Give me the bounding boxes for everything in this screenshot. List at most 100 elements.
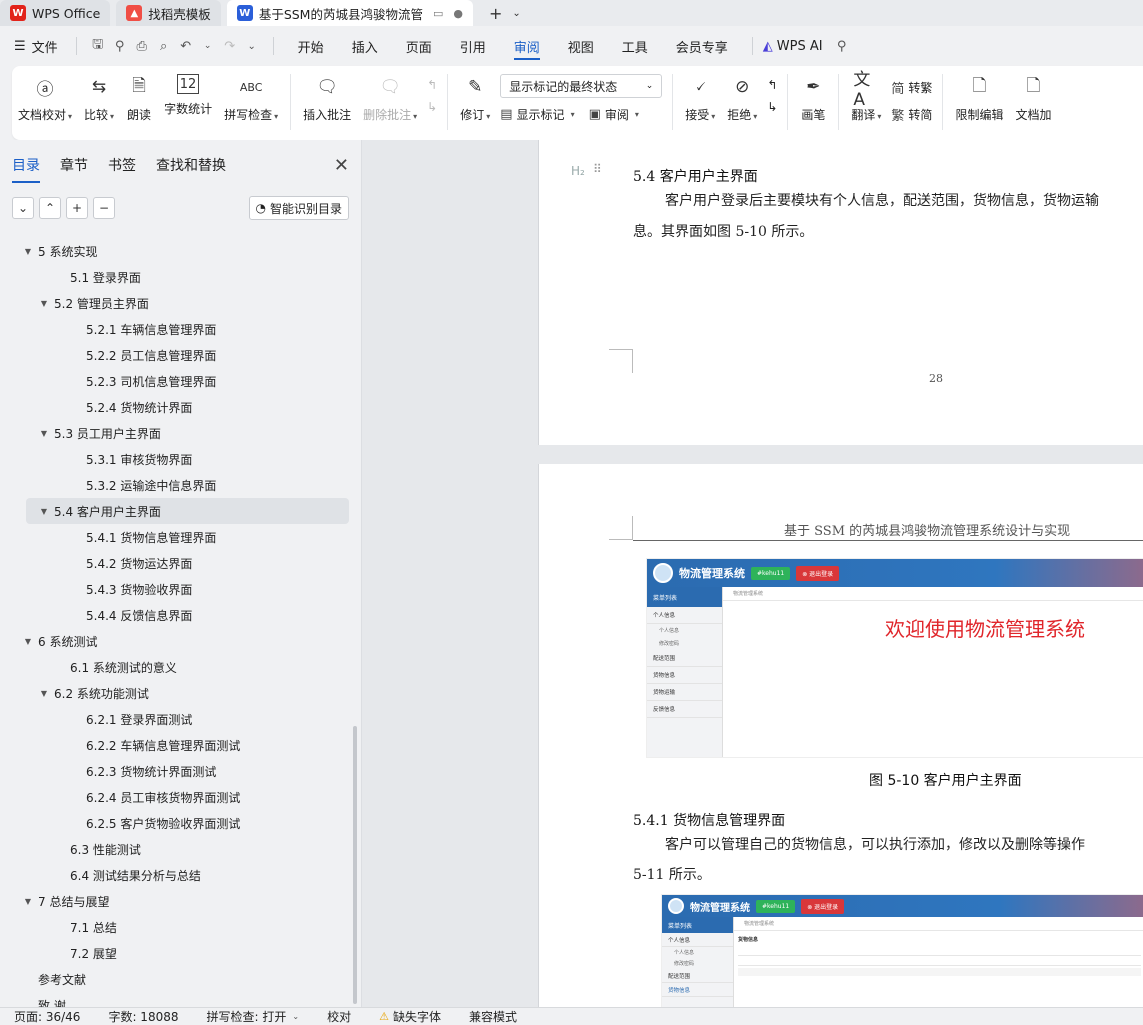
toc-item[interactable]: 5.2.3 司机信息管理界面 [0,368,349,394]
tab-view[interactable]: 视图 [554,26,608,66]
spell-check-button[interactable]: ABC 拼写检查 ▾ [218,74,284,123]
compare-button[interactable]: ⇆ 比较 ▾ [78,74,120,123]
expand-arrow-icon[interactable]: ▼ [38,299,50,308]
toc-item[interactable]: 参考文献 [0,966,349,992]
file-menu[interactable]: ☰ 文件 [14,37,58,56]
toc-item[interactable]: 6.4 测试结果分析与总结 [0,862,349,888]
toc-item[interactable]: 5.2.4 货物统计界面 [0,394,349,420]
page-indicator[interactable]: 页面: 36/46 [0,1008,94,1025]
drag-handle-icon[interactable]: ⠿ [593,162,602,176]
pen-button[interactable]: ✒ 画笔 [794,74,832,123]
tab-find-replace[interactable]: 查找和替换 [156,155,226,175]
subsection-heading[interactable]: 5.4.1 货物信息管理界面 [633,810,785,830]
reject-button[interactable]: ⊘ 拒绝 ▾ [721,74,763,123]
next-comment-icon[interactable]: ↳ [427,100,437,114]
paragraph-line[interactable]: 客户可以管理自己的货物信息，可以执行添加，修改以及删除等操作 [665,834,1085,854]
section-heading[interactable]: 5.4 客户用户主界面 [633,166,758,186]
track-changes-button[interactable]: ✎ 修订 ▾ [454,74,496,123]
toc-item[interactable]: 5.3.1 审核货物界面 [0,446,349,472]
toc-item[interactable]: 6.2.4 员工审核货物界面测试 [0,784,349,810]
tab-insert[interactable]: 插入 [338,26,392,66]
toc-item[interactable]: 5.4.3 货物验收界面 [0,576,349,602]
expand-arrow-icon[interactable]: ▼ [22,247,34,256]
tab-bookmarks[interactable]: 书签 [108,155,136,175]
expand-arrow-icon[interactable]: ▼ [22,897,34,906]
smart-toc-button[interactable]: ◔ 智能识别目录 [248,196,349,220]
word-count-indicator[interactable]: 字数: 18088 [94,1008,192,1025]
previous-comment-icon[interactable]: ↰ [427,78,437,92]
to-simplified-button[interactable]: 繁 转简 [891,105,932,124]
word-count-button[interactable]: 12 字数统计 [158,74,218,117]
toc-item[interactable]: ▼ 5.3 员工用户主界面 [0,420,349,446]
more-dropdown-icon[interactable]: ⌄ [241,35,263,57]
toc-item[interactable]: 7.2 展望 [0,940,349,966]
insert-comment-button[interactable]: 🗨 插入批注 [297,74,357,123]
share-icon[interactable]: ⚲ [109,35,131,57]
search-icon[interactable]: ⚲ [831,35,853,57]
read-aloud-button[interactable]: 🗎 朗读 [120,74,158,123]
new-tab-button[interactable]: + ⌄ [479,0,531,26]
expand-icon[interactable]: ⌄ [12,197,34,219]
wps-ai-button[interactable]: ◭ WPS AI [763,39,823,54]
toc-item[interactable]: ▼ 6 系统测试 [0,628,349,654]
toc-item[interactable]: 5.1 登录界面 [0,264,349,290]
toc-item[interactable]: 5.2.1 车辆信息管理界面 [0,316,349,342]
tab-docer-templates[interactable]: ▲ 找稻壳模板 [116,0,221,26]
toc-item[interactable]: 6.2.1 登录界面测试 [0,706,349,732]
expand-arrow-icon[interactable]: ▼ [38,507,50,516]
spell-check-status[interactable]: 拼写检查: 打开 ⌄ [193,1008,314,1025]
tab-chapters[interactable]: 章节 [60,155,88,175]
save-icon[interactable]: 🖫 [87,35,109,57]
toc-item[interactable]: 致 谢 [0,992,349,1008]
toc-item[interactable]: 5.4.2 货物运达界面 [0,550,349,576]
tab-review[interactable]: 审阅 [500,26,554,66]
toc-item[interactable]: 6.2.2 车辆信息管理界面测试 [0,732,349,758]
toc-item[interactable]: ▼ 5.4 客户用户主界面 [26,498,349,524]
print-icon[interactable]: ⎙ [131,35,153,57]
page-header[interactable]: 基于 SSM 的芮城县鸿骏物流管理系统设计与实现 [784,520,1070,539]
figure-caption[interactable]: 图 5-10 客户用户主界面 [869,770,1022,790]
doc-encrypt-button[interactable]: 🗋 文档加 [1009,74,1057,123]
expand-arrow-icon[interactable]: ▼ [22,637,34,646]
show-markup-button[interactable]: ▤ 显示标记 ▾ [500,106,574,123]
expand-arrow-icon[interactable]: ▼ [38,429,50,438]
toc-item[interactable]: 6.2.3 货物统计界面测试 [0,758,349,784]
paragraph-line[interactable]: 客户用户登录后主要模块有个人信息，配送范围，货物信息，货物运输 [665,190,1099,210]
tab-toc[interactable]: 目录 [12,155,40,183]
collapse-icon[interactable]: ⌃ [39,197,61,219]
chevron-down-icon[interactable]: ⌄ [512,8,520,19]
previous-revision-icon[interactable]: ↰ [767,78,777,92]
tab-start[interactable]: 开始 [284,26,338,66]
undo-icon[interactable]: ↶ [175,35,197,57]
toc-item[interactable]: 5.4.1 货物信息管理界面 [0,524,349,550]
figure-screenshot-main[interactable]: 物流管理系统 #kehu11 ⊗ 退出登录 菜单列表 个人信息 个人信息 修改密… [646,558,1143,758]
close-icon[interactable]: ✕ [334,155,349,176]
tab-tools[interactable]: 工具 [608,26,662,66]
tab-page[interactable]: 页面 [392,26,446,66]
unsaved-dot-icon[interactable]: ● [453,7,463,20]
toc-item[interactable]: 6.3 性能测试 [0,836,349,862]
remove-icon[interactable]: − [93,197,115,219]
toc-item[interactable]: ▼ 7 总结与展望 [0,888,349,914]
next-revision-icon[interactable]: ↳ [767,100,777,114]
redo-icon[interactable]: ↷ [219,35,241,57]
expand-arrow-icon[interactable]: ▼ [38,689,50,698]
print-preview-icon[interactable]: ⌕ [153,35,175,57]
proofread-button[interactable]: 校对 [313,1008,365,1025]
paragraph-line[interactable]: 息。其界面如图 5-10 所示。 [633,221,813,241]
toc-item[interactable]: 5.4.4 反馈信息界面 [0,602,349,628]
accept-button[interactable]: 🗸 接受 ▾ [679,74,721,123]
missing-font-button[interactable]: ⚠ 缺失字体 [365,1008,455,1025]
paragraph-line[interactable]: 5-11 所示。 [633,864,711,884]
toc-item[interactable]: ▼ 6.2 系统功能测试 [0,680,349,706]
toc-item[interactable]: 7.1 总结 [0,914,349,940]
toc-item[interactable]: 6.2.5 客户货物验收界面测试 [0,810,349,836]
doc-check-button[interactable]: ⓐ 文档校对 ▾ [12,74,78,123]
restrict-edit-button[interactable]: 🗋 限制编辑 [949,74,1009,123]
toc-item[interactable]: ▼ 5 系统实现 [0,238,349,264]
translate-button[interactable]: 文A 翻译 ▾ [845,70,887,123]
toc-item[interactable]: 5.2.2 员工信息管理界面 [0,342,349,368]
undo-dropdown-icon[interactable]: ⌄ [197,35,219,57]
tab-wps-office[interactable]: W WPS Office [0,0,111,26]
sidebar-scrollbar[interactable] [353,726,357,1004]
